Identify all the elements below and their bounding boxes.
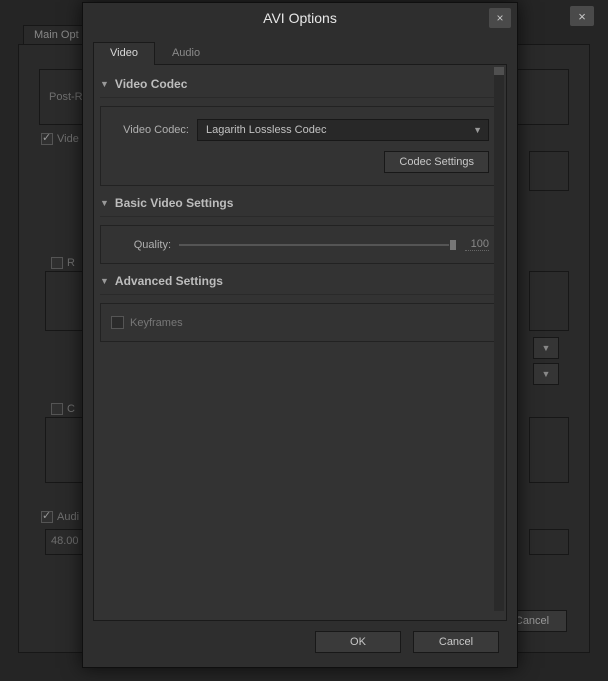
parent-dropdown-2[interactable]: ▼: [533, 363, 559, 385]
parent-box-c: [45, 417, 85, 483]
dialog-titlebar[interactable]: AVI Options ×: [83, 3, 517, 33]
keyframes-label: Keyframes: [130, 317, 183, 329]
twisty-icon: ▼: [100, 198, 109, 208]
keyframes-checkbox[interactable]: [111, 316, 124, 329]
section-title: Advanced Settings: [115, 274, 223, 288]
chevron-down-icon: ▼: [473, 125, 482, 135]
ok-button[interactable]: OK: [315, 631, 401, 653]
parent-audio-checkbox[interactable]: [41, 511, 53, 523]
video-codec-label: Video Codec:: [111, 124, 189, 136]
quality-slider[interactable]: [179, 244, 457, 246]
parent-box-c2: [529, 417, 569, 483]
section-video-codec: ▼ Video Codec Video Codec: Lagarith Loss…: [100, 75, 500, 186]
parent-audio-rate: 48.00: [51, 535, 79, 547]
quality-value[interactable]: 100: [465, 238, 489, 251]
dialog-tabs: Video Audio: [93, 41, 507, 65]
parent-box-r2: [529, 271, 569, 331]
parent-section-video: Vide: [41, 133, 79, 145]
section-basic-video: ▼ Basic Video Settings Quality: 100: [100, 194, 500, 264]
parent-c-checkbox[interactable]: [51, 403, 63, 415]
tab-content-video: ▼ Video Codec Video Codec: Lagarith Loss…: [93, 65, 507, 621]
parent-dropdown-1[interactable]: ▼: [533, 337, 559, 359]
section-title: Basic Video Settings: [115, 196, 233, 210]
dialog-button-bar: OK Cancel: [93, 621, 507, 657]
section-title: Video Codec: [115, 77, 187, 91]
section-advanced: ▼ Advanced Settings Keyframes: [100, 272, 500, 342]
dialog-title: AVI Options: [263, 10, 337, 26]
parent-close-button[interactable]: ×: [570, 6, 594, 26]
parent-tab-main[interactable]: Main Opt: [23, 25, 90, 44]
cancel-button[interactable]: Cancel: [413, 631, 499, 653]
parent-row-r: R: [51, 257, 75, 269]
dialog-body: Video Audio ▼ Video Codec Video Codec: L…: [83, 33, 517, 667]
parent-r-checkbox[interactable]: [51, 257, 63, 269]
avi-options-dialog: AVI Options × Video Audio ▼ Video Codec …: [82, 2, 518, 668]
parent-box-a: [529, 151, 569, 191]
section-header-advanced[interactable]: ▼ Advanced Settings: [100, 272, 500, 295]
dialog-close-button[interactable]: ×: [489, 8, 511, 28]
quality-label: Quality:: [111, 239, 171, 251]
video-codec-dropdown[interactable]: Lagarith Lossless Codec ▼: [197, 119, 489, 141]
scrollbar-thumb[interactable]: [494, 67, 504, 75]
twisty-icon: ▼: [100, 79, 109, 89]
parent-box-r: [45, 271, 85, 331]
video-codec-value: Lagarith Lossless Codec: [206, 124, 326, 136]
parent-row-c: C: [51, 403, 75, 415]
quality-slider-thumb[interactable]: [449, 239, 457, 251]
scrollbar[interactable]: [494, 67, 504, 611]
section-header-video-codec[interactable]: ▼ Video Codec: [100, 75, 500, 98]
section-header-basic[interactable]: ▼ Basic Video Settings: [100, 194, 500, 217]
parent-label-post: Post-R: [49, 91, 83, 103]
twisty-icon: ▼: [100, 276, 109, 286]
tab-audio[interactable]: Audio: [155, 42, 217, 65]
parent-section-audio: Audi: [41, 511, 79, 523]
tab-video[interactable]: Video: [93, 42, 155, 65]
parent-box-audio2: [529, 529, 569, 555]
parent-video-checkbox[interactable]: [41, 133, 53, 145]
codec-settings-button[interactable]: Codec Settings: [384, 151, 489, 173]
